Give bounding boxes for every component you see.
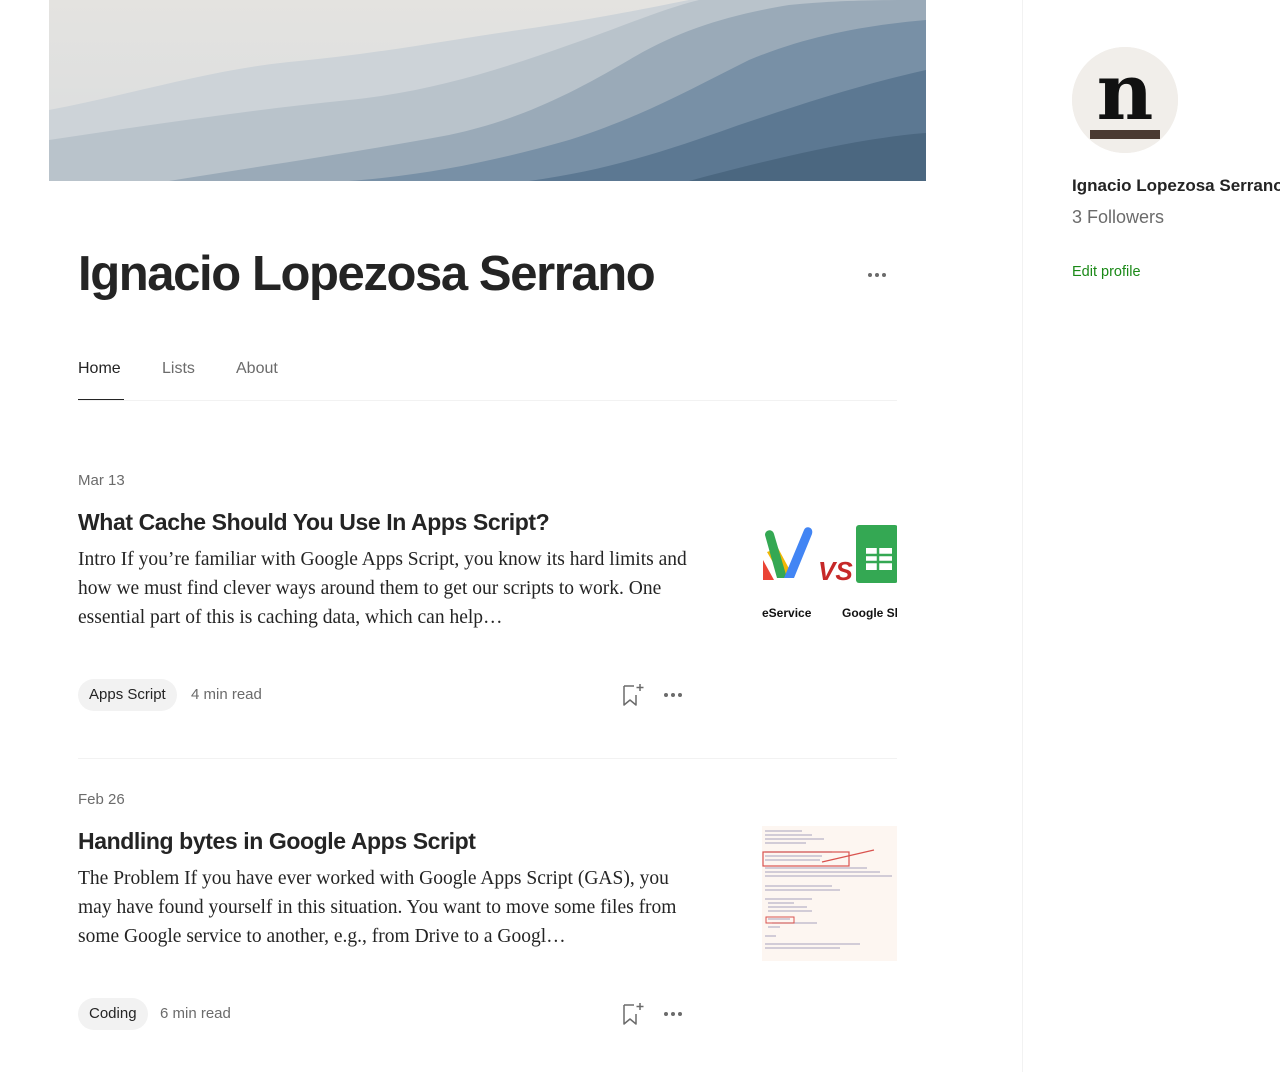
- followers-count[interactable]: 3 Followers: [1072, 207, 1164, 228]
- article-excerpt[interactable]: The Problem If you have ever worked with…: [78, 864, 698, 951]
- article-tag[interactable]: Apps Script: [78, 679, 177, 711]
- active-tab-indicator: [78, 399, 124, 400]
- more-horizontal-icon: [664, 1012, 682, 1016]
- article-thumbnail[interactable]: VS eService Google Sh: [762, 490, 897, 625]
- thumbnail-vs-text: VS: [818, 556, 853, 586]
- article-title[interactable]: Handling bytes in Google Apps Script: [78, 828, 476, 855]
- avatar-letter: n: [1097, 47, 1154, 138]
- more-horizontal-icon: [664, 693, 682, 697]
- article-date: Mar 13: [78, 472, 125, 489]
- profile-more-button[interactable]: [862, 262, 892, 288]
- sidebar-profile-name[interactable]: Ignacio Lopezosa Serrano: [1072, 176, 1280, 196]
- article-card: Mar 13 What Cache Should You Use In Apps…: [78, 470, 897, 730]
- bookmark-add-icon[interactable]: [621, 1001, 645, 1027]
- article-read-time: 4 min read: [191, 686, 262, 703]
- article-more-button[interactable]: [658, 1002, 688, 1026]
- tab-home[interactable]: Home: [78, 360, 121, 378]
- profile-sidebar: n Ignacio Lopezosa Serrano 3 Followers E…: [1022, 0, 1280, 1072]
- article-thumbnail[interactable]: [762, 826, 897, 961]
- tab-about[interactable]: About: [236, 360, 278, 378]
- article-more-button[interactable]: [658, 683, 688, 707]
- main-column: Ignacio Lopezosa Serrano Home Lists Abou…: [0, 0, 1022, 1072]
- article-card: Feb 26 Handling bytes in Google Apps Scr…: [78, 789, 897, 1049]
- article-divider: [78, 758, 897, 759]
- avatar[interactable]: n: [1072, 47, 1178, 153]
- article-excerpt[interactable]: Intro If you’re familiar with Google App…: [78, 545, 698, 632]
- article-date: Feb 26: [78, 791, 125, 808]
- profile-tabs: Home Lists About: [78, 352, 897, 401]
- thumbnail-left-label: eService: [762, 606, 812, 620]
- more-horizontal-icon: [868, 273, 886, 277]
- article-read-time: 6 min read: [160, 1005, 231, 1022]
- profile-name-heading: Ignacio Lopezosa Serrano: [78, 247, 656, 301]
- edit-profile-link[interactable]: Edit profile: [1072, 264, 1141, 280]
- bookmark-add-icon[interactable]: [621, 682, 645, 708]
- article-tag[interactable]: Coding: [78, 998, 148, 1030]
- article-title[interactable]: What Cache Should You Use In Apps Script…: [78, 509, 550, 536]
- tab-lists[interactable]: Lists: [162, 360, 195, 378]
- profile-banner-image: [49, 0, 926, 181]
- thumbnail-right-label: Google Sh: [842, 606, 897, 620]
